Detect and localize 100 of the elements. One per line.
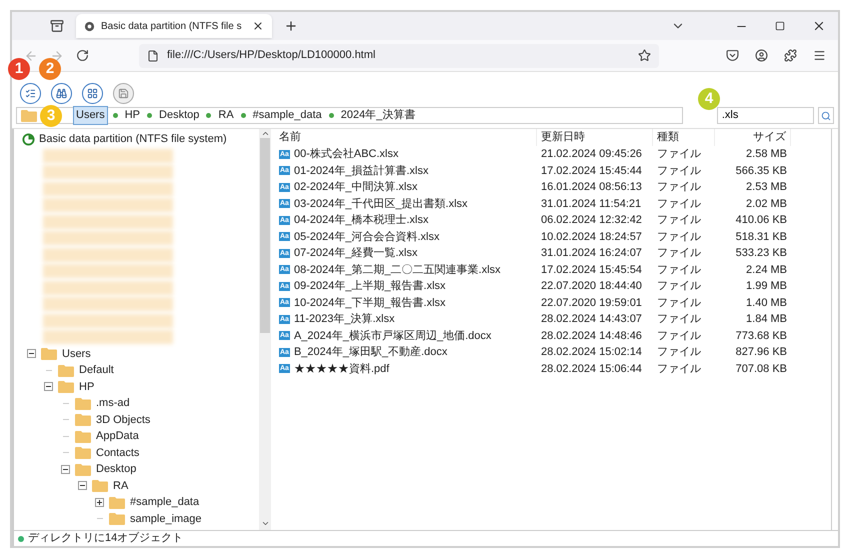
scroll-down-icon[interactable] (260, 519, 270, 528)
reload-icon[interactable] (76, 49, 89, 62)
table-cell-text: 09-2024年_上半期_報告書.xlsx (294, 278, 446, 294)
tree-item[interactable]: RA (113, 478, 128, 494)
table-cell-text: 31.01.2024 11:54:21 (540, 196, 642, 212)
table-cell-text: 2.24 MB (745, 262, 788, 278)
table-cell-text: ファイル (656, 362, 702, 376)
table-cell-text: 04-2024年_橋本税理士.xlsx (294, 213, 428, 228)
new-tab-icon[interactable] (284, 19, 298, 33)
table-cell-text: 05-2024年_河合会合資料.xlsx (294, 230, 440, 244)
collapse-toggle[interactable] (27, 349, 36, 358)
column-header[interactable]: 名前 (275, 129, 537, 146)
maximize-icon[interactable] (775, 21, 785, 31)
table-cell-text: ファイル (656, 246, 702, 261)
table-cell-text: ファイル (656, 147, 702, 162)
table-cell-text: 17.02.2024 15:45:44 (540, 164, 643, 178)
table-cell-text: ファイル (656, 213, 702, 228)
breadcrumb-item[interactable]: Desktop (157, 107, 202, 124)
table-cell-text: 16.01.2024 08:56:13 (540, 180, 643, 195)
back-icon[interactable] (24, 48, 38, 62)
column-header[interactable]: 更新日時 (537, 129, 653, 146)
window-icon (87, 88, 98, 99)
close-tab-icon[interactable] (252, 20, 264, 32)
collapse-toggle[interactable] (61, 464, 70, 474)
table-cell-text: ファイル (656, 296, 702, 310)
tree-root[interactable]: Basic data partition (NTFS file system) (39, 131, 227, 148)
table-cell-text: 1.99 MB (745, 279, 788, 294)
search-field[interactable]: .xls (716, 107, 814, 124)
binoculars-button[interactable] (51, 83, 72, 104)
account-icon[interactable] (755, 49, 768, 62)
tree-item[interactable]: .ms-ad (96, 395, 130, 412)
search-button[interactable] (818, 107, 834, 124)
folder-icon (41, 347, 57, 360)
callout-badge: 2 (39, 58, 61, 80)
table-cell-text: 11-2023年_決算.xlsx (294, 312, 395, 327)
table-cell-text: 21.02.2024 09:45:26 (540, 147, 643, 162)
folder-icon (58, 364, 74, 377)
table-cell-text: 06.02.2024 12:32:42 (540, 213, 643, 228)
table-cell-text: 01-2024年_損益計算書.xlsx (294, 164, 428, 178)
tree-item[interactable]: Desktop (96, 461, 136, 478)
breadcrumb-item[interactable]: 2024年_決算書 (338, 107, 418, 124)
scroll-up-icon[interactable] (260, 129, 270, 138)
tab-title: Basic data partition (NTFS file s (101, 20, 243, 34)
table-cell-text: 00-株式会社ABC.xlsx (294, 147, 398, 162)
table-cell-text: 518.31 KB (734, 230, 788, 244)
tree-item[interactable]: Default (79, 362, 114, 378)
table-cell-text: 07-2024年_経費一覧.xlsx (294, 246, 418, 261)
collapse-toggle[interactable] (78, 481, 87, 490)
column-header[interactable]: サイズ (715, 129, 791, 146)
table-cell-text: ファイル (656, 196, 702, 212)
table-cell-text: A_2024年_横浜市戸塚区周辺_地価.docx (294, 328, 492, 344)
browser-tab[interactable]: Basic data partition (NTFS file s (76, 14, 272, 38)
list-icon (25, 88, 36, 99)
folder-icon (109, 512, 125, 526)
table-cell-text: ファイル (656, 180, 702, 195)
folder-icon (21, 109, 37, 122)
table-cell-text: 410.06 KB (734, 213, 788, 228)
bookmark-star-icon[interactable] (638, 49, 651, 62)
table-cell-text: 03-2024年_千代田区_提出書類.xlsx (294, 196, 468, 212)
table-cell-text: ファイル (656, 279, 702, 294)
table-cell-text: ファイル (656, 312, 702, 327)
menu-icon[interactable] (813, 49, 826, 62)
tree-item[interactable]: HP (79, 378, 94, 395)
window-button[interactable] (82, 83, 103, 104)
table-cell-text: 707.08 KB (734, 362, 788, 376)
tree-item[interactable]: 3D Objects (96, 412, 150, 428)
column-header[interactable]: 種類 (653, 129, 715, 146)
tab-list-icon[interactable] (50, 19, 64, 33)
breadcrumb-item[interactable]: #sample_data (250, 107, 324, 124)
list-button[interactable] (20, 83, 41, 104)
close-icon[interactable] (812, 19, 826, 33)
table-cell-text: 28.02.2024 15:02:14 (540, 345, 643, 360)
breadcrumb-item[interactable]: Users (73, 106, 108, 125)
extensions-icon[interactable] (784, 49, 797, 62)
tree-item[interactable]: #sample_data (130, 494, 200, 510)
collapse-toggle[interactable] (44, 382, 53, 392)
page-icon (147, 50, 159, 62)
search-icon (821, 110, 832, 120)
tree-item[interactable]: Contacts (96, 444, 140, 461)
folder-icon (58, 380, 74, 394)
table-cell-text: 566.35 KB (734, 164, 788, 178)
table-cell-text: 533.23 KB (734, 246, 788, 261)
breadcrumb-item[interactable]: HP (122, 107, 142, 124)
pocket-icon[interactable] (726, 49, 739, 62)
expand-toggle[interactable] (95, 498, 104, 507)
forward-icon[interactable] (50, 48, 64, 62)
table-cell-text: 28.02.2024 14:43:07 (540, 312, 643, 327)
tree-item[interactable]: AppData (96, 428, 139, 444)
tree-item[interactable]: Users (62, 346, 91, 362)
table-cell-text: 02-2024年_中間決算.xlsx (294, 180, 418, 195)
callout-badge: 3 (40, 105, 62, 127)
address-bar[interactable]: file:///C:/Users/HP/Desktop/LD100000.html (139, 44, 659, 68)
tree-item[interactable]: sample_image (130, 510, 202, 527)
table-cell-text: 17.02.2024 15:45:54 (540, 262, 643, 278)
url-text: file:///C:/Users/HP/Desktop/LD100000.html (167, 48, 376, 64)
table-cell-text: 10-2024年_下半期_報告書.xlsx (294, 296, 446, 310)
table-cell-text: 2.58 MB (745, 147, 788, 162)
table-cell-text: 22.07.2020 18:44:40 (540, 279, 643, 294)
breadcrumb-item[interactable]: RA (216, 107, 236, 124)
disk-icon (22, 132, 35, 146)
